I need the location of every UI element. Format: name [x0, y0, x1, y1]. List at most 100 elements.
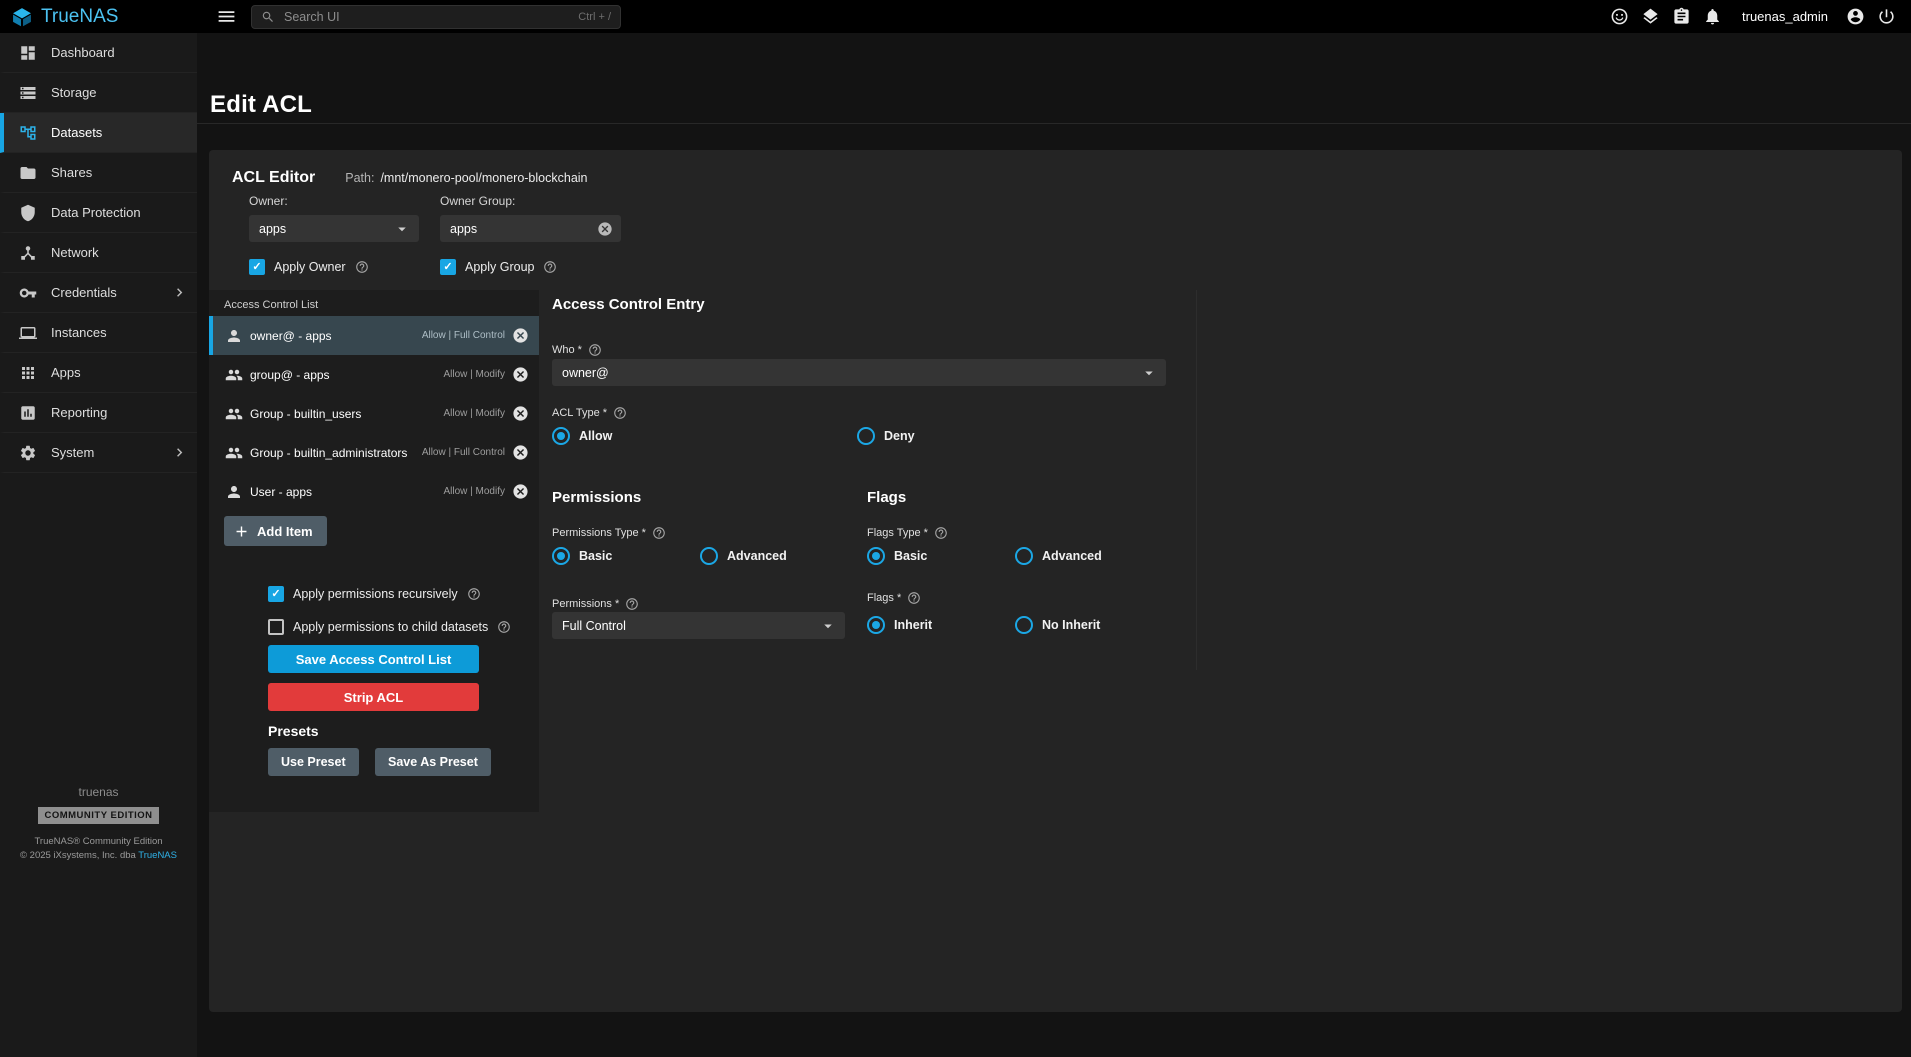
acl-entry-row[interactable]: User - apps Allow | Modify: [209, 472, 539, 511]
sidenav-toggle-button[interactable]: [216, 6, 237, 27]
remove-entry-icon[interactable]: [512, 444, 529, 461]
help-icon[interactable]: [613, 406, 627, 420]
sidebar-item-reporting[interactable]: Reporting: [0, 393, 197, 433]
acl-entry-who: Group - builtin_administrators: [250, 446, 415, 460]
remove-entry-icon[interactable]: [512, 405, 529, 422]
user-menu-button[interactable]: [1846, 7, 1865, 26]
dropdown-arrow-icon: [819, 617, 837, 635]
permissions-type-basic-radio[interactable]: Basic: [552, 547, 612, 565]
power-button[interactable]: [1877, 7, 1896, 26]
datasets-tree-icon: [19, 124, 37, 142]
flags-heading: Flags: [867, 489, 906, 506]
flags-type-label-row: Flags Type *: [867, 526, 948, 540]
topbar-actions: truenas_admin: [1610, 7, 1911, 26]
apply-to-children-row: Apply permissions to child datasets: [268, 619, 511, 635]
apply-recursively-checkbox[interactable]: [268, 586, 284, 602]
apply-group-row: Apply Group: [440, 259, 621, 275]
dropdown-arrow-icon: [393, 220, 411, 238]
flags-no-inherit-radio[interactable]: No Inherit: [1015, 616, 1100, 634]
help-icon[interactable]: [934, 526, 948, 540]
help-icon[interactable]: [467, 587, 481, 601]
radio-circle: [552, 547, 570, 565]
instances-laptop-icon: [19, 324, 37, 342]
brand[interactable]: TrueNAS: [0, 6, 208, 28]
help-icon[interactable]: [543, 260, 557, 274]
page-title: Edit ACL: [210, 91, 312, 119]
dropdown-arrow-icon: [1140, 364, 1158, 382]
truecommand-button[interactable]: [1641, 7, 1660, 26]
shield-icon: [19, 204, 37, 222]
flags-type-basic-radio[interactable]: Basic: [867, 547, 927, 565]
acl-entry-row[interactable]: Group - builtin_users Allow | Modify: [209, 394, 539, 433]
search-shortcut-hint: Ctrl + /: [578, 11, 611, 23]
help-icon[interactable]: [652, 526, 666, 540]
acl-rows: owner@ - apps Allow | Full Control group…: [209, 316, 539, 511]
feedback-button[interactable]: [1610, 7, 1629, 26]
help-icon[interactable]: [497, 620, 511, 634]
sidebar-item-datasets[interactable]: Datasets: [0, 113, 197, 153]
owner-group-label: Owner Group:: [440, 194, 621, 208]
sidebar-item-data-protection[interactable]: Data Protection: [0, 193, 197, 233]
brand-text: TrueNAS: [41, 6, 118, 28]
apply-owner-checkbox[interactable]: [249, 259, 265, 275]
flags-label-row: Flags *: [867, 591, 921, 605]
acl-type-allow-radio[interactable]: Allow: [552, 427, 612, 445]
sidebar-item-dashboard[interactable]: Dashboard: [0, 33, 197, 73]
permissions-type-advanced-radio[interactable]: Advanced: [700, 547, 787, 565]
owner-select[interactable]: apps: [249, 215, 419, 242]
radio-circle: [857, 427, 875, 445]
acl-type-deny-radio[interactable]: Deny: [857, 427, 915, 445]
apps-grid-icon: [19, 364, 37, 382]
acl-entry-who: owner@ - apps: [250, 329, 415, 343]
flags-inherit-radio[interactable]: Inherit: [867, 616, 932, 634]
save-acl-button[interactable]: Save Access Control List: [268, 645, 479, 673]
help-icon[interactable]: [625, 597, 639, 611]
acl-entry-row[interactable]: Group - builtin_administrators Allow | F…: [209, 433, 539, 472]
acl-entry-permission: Allow | Modify: [443, 408, 505, 419]
acl-type-label-row: ACL Type *: [552, 406, 627, 420]
power-icon: [1877, 7, 1896, 26]
shares-folder-icon: [19, 164, 37, 182]
strip-acl-button[interactable]: Strip ACL: [268, 683, 479, 711]
sidebar-item-network[interactable]: Network: [0, 233, 197, 273]
help-icon[interactable]: [588, 343, 602, 357]
search-input[interactable]: [282, 9, 571, 25]
acl-entry-row[interactable]: group@ - apps Allow | Modify: [209, 355, 539, 394]
acl-entry-row[interactable]: owner@ - apps Allow | Full Control: [209, 316, 539, 355]
permissions-heading: Permissions: [552, 489, 641, 506]
menu-icon: [216, 6, 237, 27]
jobs-button[interactable]: [1672, 7, 1691, 26]
help-icon[interactable]: [907, 591, 921, 605]
flags-type-advanced-radio[interactable]: Advanced: [1015, 547, 1102, 565]
save-as-preset-button[interactable]: Save As Preset: [375, 748, 491, 776]
sidebar-item-instances[interactable]: Instances: [0, 313, 197, 353]
apply-to-children-checkbox[interactable]: [268, 619, 284, 635]
sidebar-item-system[interactable]: System: [0, 433, 197, 473]
help-icon[interactable]: [355, 260, 369, 274]
apply-group-checkbox[interactable]: [440, 259, 456, 275]
smiley-icon: [1610, 7, 1629, 26]
remove-entry-icon[interactable]: [512, 483, 529, 500]
chevron-right-icon: [171, 444, 188, 461]
presets-heading: Presets: [268, 723, 319, 739]
owner-group-input[interactable]: apps: [440, 215, 621, 242]
radio-circle: [867, 616, 885, 634]
alerts-button[interactable]: [1703, 7, 1722, 26]
acl-editor-header: ACL Editor Path: /mnt/monero-pool/monero…: [232, 169, 588, 187]
acl-entry-permission: Allow | Modify: [443, 369, 505, 380]
sidebar-item-shares[interactable]: Shares: [0, 153, 197, 193]
clear-input-icon[interactable]: [597, 221, 613, 237]
remove-entry-icon[interactable]: [512, 366, 529, 383]
permissions-select[interactable]: Full Control: [552, 612, 845, 639]
storage-icon: [19, 84, 37, 102]
use-preset-button[interactable]: Use Preset: [268, 748, 359, 776]
radio-circle: [867, 547, 885, 565]
truenas-link[interactable]: TrueNAS: [138, 850, 177, 861]
group-icon: [225, 405, 243, 423]
who-select[interactable]: owner@: [552, 359, 1166, 386]
add-item-button[interactable]: Add Item: [224, 516, 327, 546]
remove-entry-icon[interactable]: [512, 327, 529, 344]
sidebar-item-apps[interactable]: Apps: [0, 353, 197, 393]
sidebar-item-credentials[interactable]: Credentials: [0, 273, 197, 313]
sidebar-item-storage[interactable]: Storage: [0, 73, 197, 113]
